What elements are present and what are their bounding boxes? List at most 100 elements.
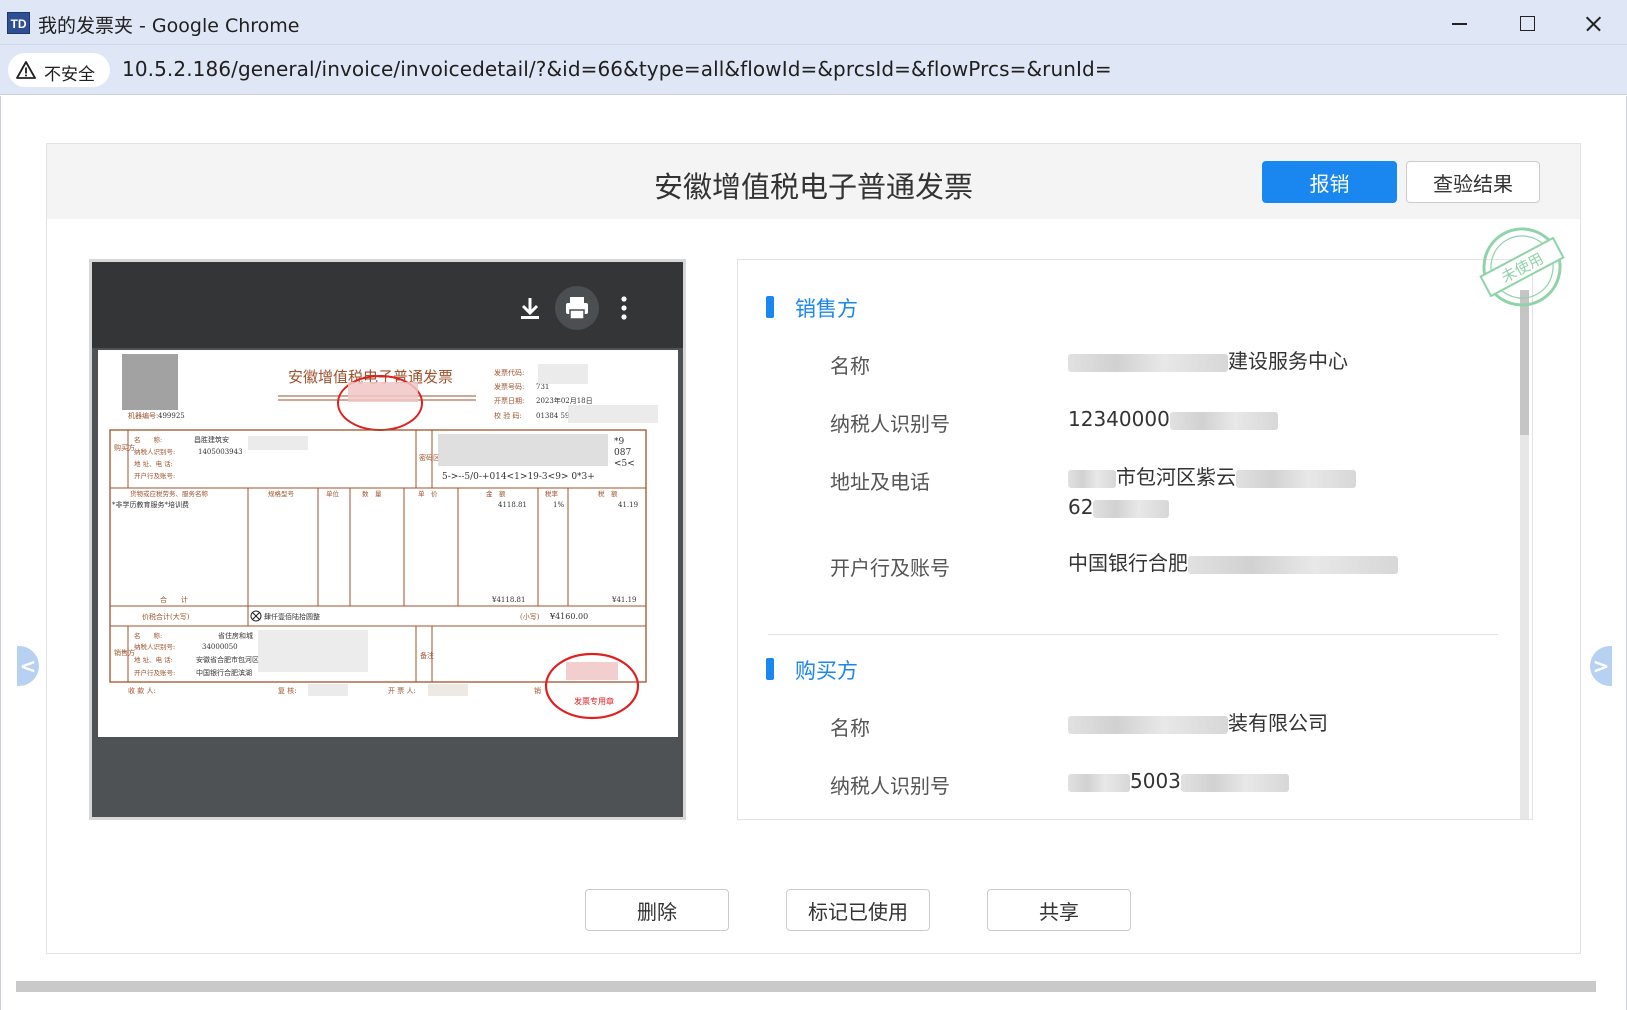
seller-bank-value: 中国银行合肥	[1068, 548, 1428, 578]
total-amount: ¥4118.81	[491, 596, 525, 604]
buyer-tax-label: 纳税人识别号	[830, 774, 950, 798]
more-vert-icon[interactable]	[602, 286, 646, 330]
seller-name-text: 建设服务中心	[1228, 349, 1348, 373]
seller-block-label: 销售方	[114, 648, 135, 657]
address-bar: 不安全 10.5.2.186/general/invoice/invoicede…	[0, 45, 1627, 95]
seller-name-label: 名 称:	[134, 631, 162, 640]
invoice-detail-panel: 安徽增值税电子普通发票 报销 查验结果 安徽增值税电子普通发票 发票代码: 发票…	[46, 143, 1581, 954]
col-qty: 数 量	[362, 489, 382, 498]
cipher-line-4: 5->--5/0-+014<1>19-3<9> 0*3+	[442, 472, 595, 482]
minimize-icon[interactable]	[1426, 0, 1492, 45]
seller-tax-text: 12340000	[1068, 407, 1170, 431]
panel-header: 安徽增值税电子普通发票 报销 查验结果	[47, 144, 1580, 219]
title-bar: TD 我的发票夹 - Google Chrome	[0, 0, 1627, 45]
invoice-image: 安徽增值税电子普通发票 发票代码: 发票号码: 731 开票日期: 2023年0…	[98, 350, 678, 737]
item-rate: 1%	[553, 501, 564, 509]
window-title: 我的发票夹 - Google Chrome	[38, 15, 300, 37]
chevron-right-icon[interactable]: >	[1590, 646, 1612, 686]
col-item: 货物或应税劳务、服务名称	[130, 489, 209, 498]
buyer-name-text: 装有限公司	[1228, 711, 1328, 735]
seller-bank-text: 中国银行合肥	[1068, 551, 1188, 575]
remark-label: 备注	[420, 651, 434, 660]
payee-label: 收 款 人:	[128, 686, 156, 695]
total-tax: ¥41.19	[611, 596, 637, 604]
verify-result-button[interactable]: 查验结果	[1406, 161, 1540, 203]
machine-no-value: 499925	[158, 412, 185, 420]
buyer-tax-value: 5003	[1068, 766, 1428, 796]
col-unit: 单位	[326, 489, 340, 498]
seller-bank-label: 开户行及账号	[830, 556, 950, 580]
cipher-line-2: 087	[614, 448, 631, 458]
col-tax: 税 额	[598, 489, 618, 498]
buyer-name-label: 名 称:	[134, 435, 162, 444]
grand-small-value: ¥4160.00	[549, 612, 588, 621]
delete-button[interactable]: 删除	[585, 889, 729, 931]
col-price: 单 价	[418, 489, 438, 498]
buyer-heading-text: 购买方	[795, 659, 858, 683]
item-amount: 4118.81	[498, 501, 527, 509]
total-label: 合 计	[160, 595, 188, 604]
detail-scrollbar[interactable]	[1520, 290, 1529, 819]
seller-bank-value: 中国银行合肥滨湖	[196, 668, 252, 677]
url-field[interactable]: 10.5.2.186/general/invoice/invoicedetail…	[122, 57, 1112, 81]
col-rate: 税率	[545, 489, 559, 498]
invoice-drawing: 安徽增值税电子普通发票 发票代码: 发票号码: 731 开票日期: 2023年0…	[109, 354, 658, 720]
print-icon[interactable]	[555, 286, 599, 330]
seller-address-label: 地 址、电 话:	[134, 655, 173, 664]
grand-total-label: 价税合计(大写)	[142, 612, 190, 621]
buyer-name-value: 昌胜建筑安	[194, 435, 229, 444]
invoice-number-label: 发票号码:	[494, 382, 524, 391]
drawer-label: 开 票 人:	[388, 687, 416, 695]
seller-address-label: 地址及电话	[830, 470, 930, 494]
check-code-value: 01384 59	[536, 412, 569, 420]
col-amount: 金 额	[486, 489, 506, 498]
security-indicator[interactable]: 不安全	[8, 53, 110, 87]
app-icon: TD	[7, 12, 30, 34]
close-icon[interactable]	[1560, 0, 1626, 45]
password-block-label: 密码区	[419, 453, 440, 462]
seller-tax-label: 纳税人识别号:	[134, 642, 175, 651]
seller-name-value: 建设服务中心	[1068, 346, 1428, 376]
issue-date-label: 开票日期:	[494, 397, 524, 405]
seller-heading-text: 销售方	[795, 297, 858, 321]
buyer-block-label: 购买方	[114, 443, 135, 452]
invoice-stamp-text: 发票专用章	[574, 696, 614, 706]
horizontal-scrollbar[interactable]	[16, 981, 1596, 992]
pdf-toolbar	[92, 262, 683, 348]
buyer-section-heading: 购买方	[766, 655, 858, 685]
seller-section-heading: 销售方	[766, 293, 858, 323]
warning-icon	[16, 61, 36, 79]
seller-address-value: 安徽省合肥市包河区	[196, 655, 259, 664]
invoice-code-label: 发票代码:	[494, 368, 524, 377]
buyer-tax-text: 5003	[1130, 769, 1181, 793]
share-button[interactable]: 共享	[987, 889, 1131, 931]
grand-total-words: 肆仟壹佰陆拾圆整	[264, 612, 320, 621]
issue-date-value: 2023年02月18日	[536, 396, 593, 405]
machine-no-label: 机器编号:	[128, 411, 158, 420]
seller-tax-value: 12340000	[1068, 404, 1428, 434]
section-divider	[768, 634, 1498, 635]
cipher-line-1: *9	[614, 437, 625, 447]
maximize-icon[interactable]	[1494, 0, 1560, 45]
reimburse-button[interactable]: 报销	[1262, 161, 1397, 203]
reviewer-label: 复 核:	[278, 686, 297, 695]
seller-name-value: 省住房和城	[218, 631, 253, 640]
buyer-tax-value: 1405003943	[198, 448, 243, 456]
chevron-left-icon[interactable]: <	[17, 646, 39, 686]
cipher-line-3: <5<	[614, 459, 635, 469]
buyer-address-label: 地 址、电 话:	[134, 459, 173, 468]
buyer-tax-label: 纳税人识别号:	[134, 447, 175, 456]
qr-code	[122, 354, 178, 410]
item-tax: 41.19	[618, 501, 638, 509]
unused-stamp: 未使用	[1479, 227, 1565, 307]
mark-used-button[interactable]: 标记已使用	[786, 889, 930, 931]
security-label: 不安全	[44, 65, 95, 85]
seller-tax-value: 34000050	[202, 643, 238, 651]
check-code-label: 校 验 码:	[494, 411, 522, 420]
invoice-detail-info: 销售方 名称 建设服务中心 纳税人识别号 12340000 地址及电话 市包河区…	[737, 259, 1533, 820]
col-spec: 规格型号	[268, 489, 295, 498]
download-icon[interactable]	[508, 286, 552, 330]
seller-bank-label: 开户行及账号:	[134, 668, 175, 677]
grand-small-label: (小写)	[520, 612, 540, 621]
seller-name-label: 名称	[830, 354, 870, 378]
